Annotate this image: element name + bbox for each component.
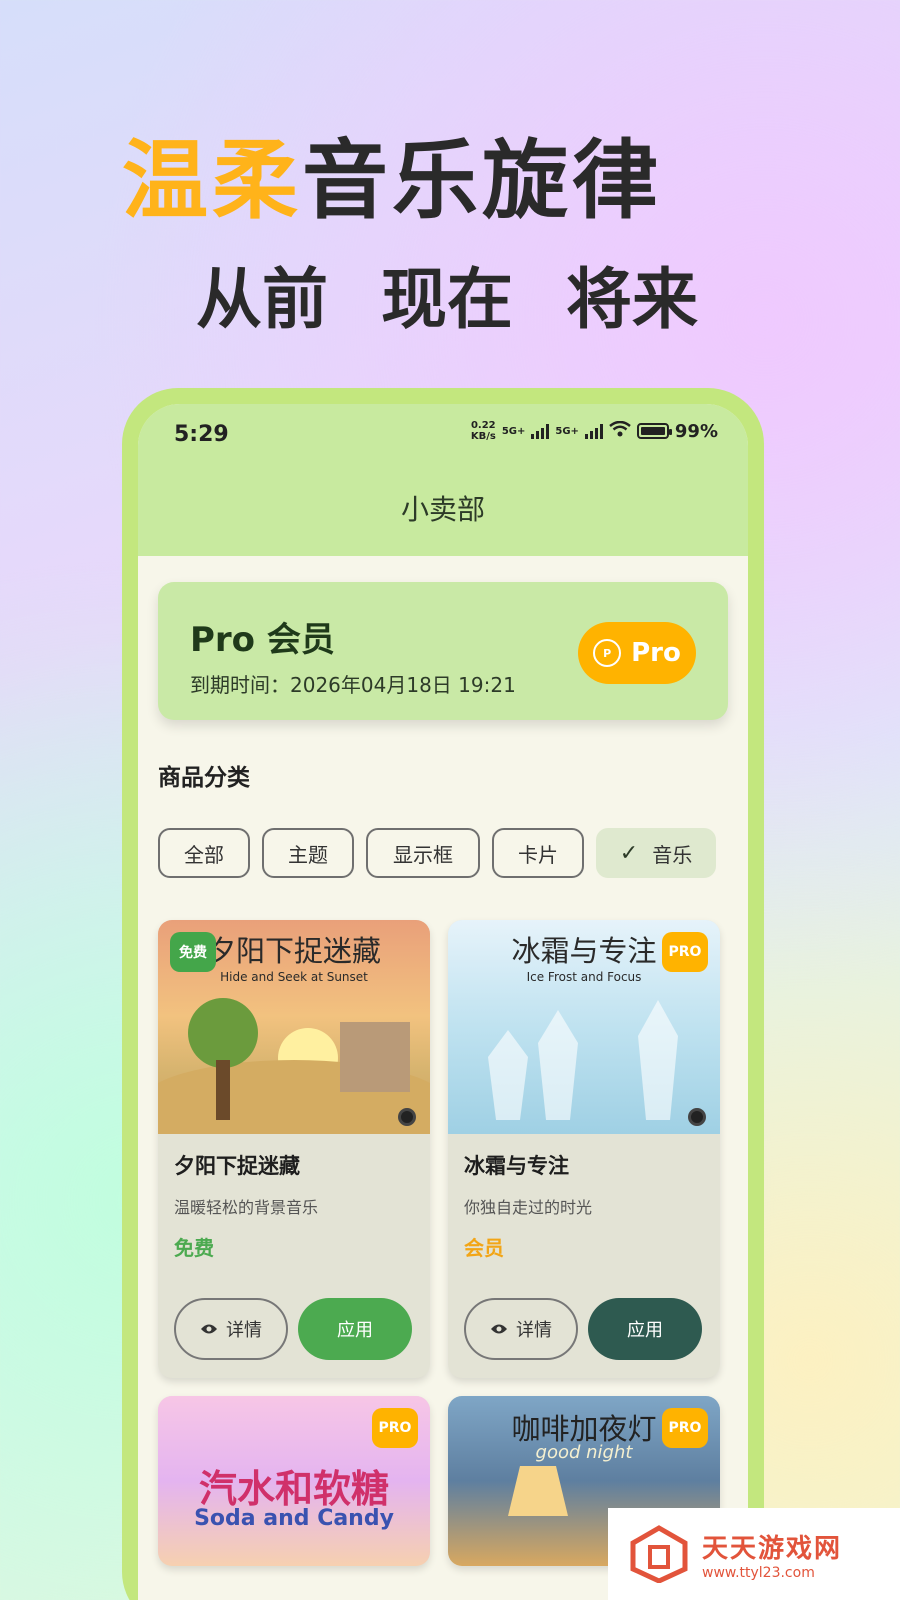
watermark-url: www.ttyl23.com: [702, 1564, 815, 1581]
headline-rest: 音乐旋律: [302, 131, 662, 231]
lamp-shape: [508, 1466, 568, 1516]
product-card[interactable]: 冰霜与专注 Ice Frost and Focus PRO 冰霜与专注 你独自走…: [448, 920, 720, 1378]
product-card[interactable]: 汽水和软糖 Soda and Candy PRO: [158, 1396, 430, 1566]
status-time: 5:29: [174, 422, 229, 447]
signal-icon: [531, 423, 550, 439]
network-type-2: 5G+: [555, 425, 579, 437]
network-type-1: 5G+: [501, 425, 526, 437]
card-desc: 温暖轻松的背景音乐: [174, 1198, 319, 1217]
phone-screen: 5:29 0.22 KB/s 5G+ 5G+ 99% 小卖部 Pro 会员 到期…: [138, 404, 748, 1600]
card-price: 会员: [464, 1236, 504, 1260]
phone-frame: 5:29 0.22 KB/s 5G+ 5G+ 99% 小卖部 Pro 会员 到期…: [122, 388, 764, 1600]
card-actions: 详情 应用: [464, 1298, 704, 1360]
battery-icon: [636, 423, 672, 439]
net-speed-value: 0.22: [470, 420, 496, 431]
card-name: 夕阳下捉迷藏: [174, 1154, 300, 1178]
watermark: 天天游戏网 www.ttyl23.com: [608, 1508, 900, 1600]
pro-button-label: Pro: [631, 638, 681, 668]
page-title: 小卖部: [400, 493, 485, 526]
eye-icon: [490, 1320, 508, 1339]
cover-subtitle: Hide and Seek at Sunset: [220, 970, 368, 984]
disc-icon: [398, 1108, 416, 1126]
battery-percent: 99%: [674, 420, 718, 442]
watermark-text: 天天游戏网 www.ttyl23.com: [702, 1528, 842, 1581]
cover-image: 汽水和软糖 Soda and Candy PRO: [158, 1396, 430, 1566]
card-body: 冰霜与专注 你独自走过的时光 会员: [448, 1134, 720, 1261]
disc-icon: [688, 1108, 706, 1126]
house-shape: [340, 1022, 410, 1092]
signal-icon: [584, 423, 603, 439]
eye-icon: [200, 1320, 218, 1339]
apply-button[interactable]: 应用: [588, 1298, 702, 1360]
pro-membership-card: Pro 会员 到期时间：2026年04月18日 19:21 P Pro: [158, 582, 728, 720]
net-speed-unit: KB/s: [470, 431, 496, 442]
apply-button[interactable]: 应用: [298, 1298, 412, 1360]
card-body: 夕阳下捉迷藏 温暖轻松的背景音乐 免费: [158, 1134, 430, 1261]
crystal-shape: [488, 1030, 528, 1120]
cover-subtitle: Ice Frost and Focus: [526, 970, 642, 984]
pro-coin-icon: P: [593, 639, 622, 667]
chip-music-label: 音乐: [652, 842, 693, 867]
chip-all[interactable]: 全部: [158, 828, 250, 878]
pro-badge: PRO: [372, 1408, 418, 1448]
crystal-shape: [638, 1000, 678, 1120]
check-icon: ✓: [619, 840, 639, 866]
chip-theme[interactable]: 主题: [262, 828, 354, 878]
detail-button[interactable]: 详情: [464, 1298, 578, 1360]
detail-label: 详情: [226, 1320, 262, 1341]
pro-badge: PRO: [662, 932, 708, 972]
status-icons: 0.22 KB/s 5G+ 5G+ 99%: [471, 420, 718, 442]
headline: 温柔音乐旋律: [122, 110, 662, 235]
category-chips: 全部 主题 显示框 卡片 ✓ 音乐: [158, 828, 728, 878]
card-desc: 你独自走过的时光: [464, 1198, 593, 1217]
cover-image: 夕阳下捉迷藏 Hide and Seek at Sunset 免费: [158, 920, 430, 1134]
product-card[interactable]: 夕阳下捉迷藏 Hide and Seek at Sunset 免费 夕阳下捉迷藏…: [158, 920, 430, 1378]
detail-button[interactable]: 详情: [174, 1298, 288, 1360]
wifi-icon: [609, 420, 631, 442]
net-speed: 0.22 KB/s: [471, 420, 496, 442]
headline-accent: 温柔: [122, 131, 302, 231]
main-content: Pro 会员 到期时间：2026年04月18日 19:21 P Pro 商品分类…: [138, 556, 748, 1566]
cover-image: 冰霜与专注 Ice Frost and Focus PRO: [448, 920, 720, 1134]
crystal-shape: [538, 1010, 578, 1120]
detail-label: 详情: [516, 1320, 552, 1341]
watermark-logo-icon: [630, 1525, 688, 1584]
cover-subtitle: Soda and Candy: [194, 1506, 394, 1531]
free-badge: 免费: [170, 932, 216, 972]
chip-frame[interactable]: 显示框: [366, 828, 480, 878]
tree-shape: [188, 998, 258, 1068]
card-name: 冰霜与专注: [464, 1154, 569, 1178]
card-actions: 详情 应用: [174, 1298, 414, 1360]
pro-badge: PRO: [662, 1408, 708, 1448]
chip-card[interactable]: 卡片: [492, 828, 584, 878]
card-price: 免费: [174, 1236, 214, 1260]
subhead: 从前 现在 将来: [196, 261, 698, 338]
chip-music[interactable]: ✓ 音乐: [596, 828, 716, 878]
cover-title: 汽水和软糖: [198, 1467, 389, 1511]
watermark-name: 天天游戏网: [702, 1533, 843, 1564]
app-header: 5:29 0.22 KB/s 5G+ 5G+ 99% 小卖部: [138, 404, 748, 556]
section-title: 商品分类: [158, 765, 250, 791]
pro-button[interactable]: P Pro: [578, 622, 696, 684]
product-grid: 夕阳下捉迷藏 Hide and Seek at Sunset 免费 夕阳下捉迷藏…: [158, 920, 728, 1566]
trunk-shape: [216, 1060, 230, 1120]
